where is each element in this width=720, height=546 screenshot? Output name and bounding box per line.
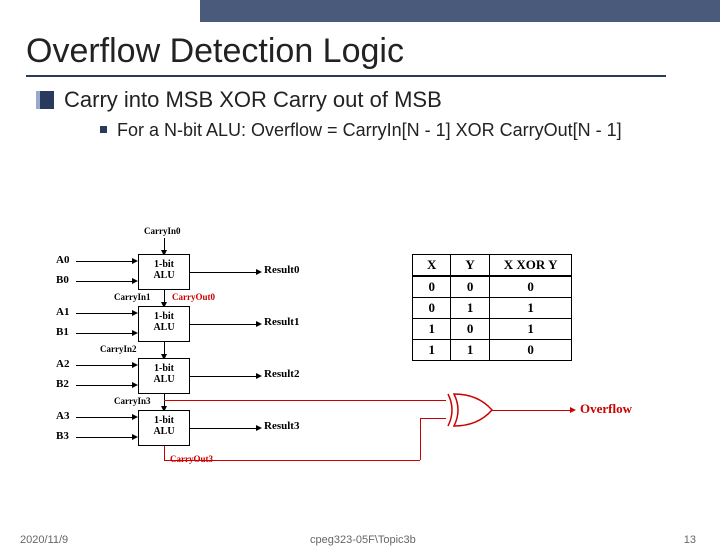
wire-red — [164, 446, 165, 460]
wire — [76, 281, 134, 282]
wire — [76, 333, 134, 334]
wire — [190, 428, 258, 429]
input-b3: B3 — [56, 430, 69, 442]
carryout3-label: CarryOut3 — [170, 454, 213, 464]
slide-title: Overflow Detection Logic — [26, 32, 666, 77]
wire-red — [164, 400, 446, 401]
result1: Result1 — [264, 316, 299, 328]
sub-bullet: For a N-bit ALU: Overflow = CarryIn[N - … — [100, 119, 660, 142]
arrow-right-icon — [256, 269, 262, 275]
wire — [190, 324, 258, 325]
wire — [76, 261, 134, 262]
slide-top-bar — [0, 0, 720, 22]
table-row: 1 0 1 — [413, 319, 572, 340]
th-xor: X XOR Y — [489, 255, 572, 277]
input-a2: A2 — [56, 358, 69, 370]
arrow-right-icon — [132, 330, 138, 336]
alu-line1: 1-bit — [154, 415, 174, 426]
arrow-right-icon — [132, 310, 138, 316]
wire — [190, 272, 258, 273]
arrow-right-icon — [132, 434, 138, 440]
wire-red — [420, 418, 421, 460]
input-b2: B2 — [56, 378, 69, 390]
input-b1: B1 — [56, 326, 69, 338]
alu-line1: 1-bit — [154, 311, 174, 322]
wire — [76, 365, 134, 366]
main-bullet: Carry into MSB XOR Carry out of MSB — [36, 87, 720, 113]
alu-line2: ALU — [153, 374, 174, 385]
overflow-label: Overflow — [580, 401, 632, 417]
wire-red — [492, 410, 572, 411]
arrow-right-icon — [132, 414, 138, 420]
carryout0-label: CarryOut0 — [172, 292, 215, 302]
result2: Result2 — [264, 368, 299, 380]
arrow-right-icon — [256, 321, 262, 327]
input-b0: B0 — [56, 274, 69, 286]
th-x: X — [413, 255, 451, 277]
arrow-right-icon — [570, 407, 576, 413]
alu-line2: ALU — [153, 270, 174, 281]
arrow-right-icon — [256, 373, 262, 379]
alu-block-0: 1-bit ALU — [138, 254, 190, 290]
alu-block-1: 1-bit ALU — [138, 306, 190, 342]
arrow-right-icon — [132, 382, 138, 388]
alu-line2: ALU — [153, 322, 174, 333]
table-row: 1 1 0 — [413, 340, 572, 361]
result0: Result0 — [264, 264, 299, 276]
alu-block-3: 1-bit ALU — [138, 410, 190, 446]
footer-path: cpeg323-05F\Topic3b — [310, 534, 416, 546]
xor-truth-table: X Y X XOR Y 0 0 0 0 1 1 1 0 1 1 1 0 — [412, 254, 572, 361]
bullet-icon — [36, 91, 54, 109]
result3: Result3 — [264, 420, 299, 432]
bullet-text: Carry into MSB XOR Carry out of MSB — [64, 87, 442, 113]
arrow-right-icon — [256, 425, 262, 431]
wire — [76, 437, 134, 438]
diagram: CarryIn0 1-bit ALU A0 B0 Result0 CarryIn… — [36, 240, 676, 490]
alu-line2: ALU — [153, 426, 174, 437]
square-bullet-icon — [100, 126, 107, 133]
alu-block-2: 1-bit ALU — [138, 358, 190, 394]
arrow-right-icon — [132, 278, 138, 284]
input-a3: A3 — [56, 410, 69, 422]
wire — [76, 417, 134, 418]
footer-page-number: 13 — [684, 534, 696, 546]
input-a0: A0 — [56, 254, 69, 266]
arrow-right-icon — [132, 362, 138, 368]
wire — [76, 313, 134, 314]
footer-date: 2020/11/9 — [20, 534, 68, 546]
carryin2-label: CarryIn2 — [100, 344, 137, 354]
wire — [76, 385, 134, 386]
alu-line1: 1-bit — [154, 259, 174, 270]
sub-bullet-text: For a N-bit ALU: Overflow = CarryIn[N - … — [117, 119, 622, 142]
alu-line1: 1-bit — [154, 363, 174, 374]
arrow-right-icon — [132, 258, 138, 264]
carryin0-label: CarryIn0 — [144, 226, 181, 236]
wire — [190, 376, 258, 377]
input-a1: A1 — [56, 306, 69, 318]
table-row: 0 0 0 — [413, 276, 572, 298]
carryin1-label: CarryIn1 — [114, 292, 151, 302]
th-y: Y — [451, 255, 489, 277]
table-row: 0 1 1 — [413, 298, 572, 319]
carryin3-label: CarryIn3 — [114, 396, 151, 406]
